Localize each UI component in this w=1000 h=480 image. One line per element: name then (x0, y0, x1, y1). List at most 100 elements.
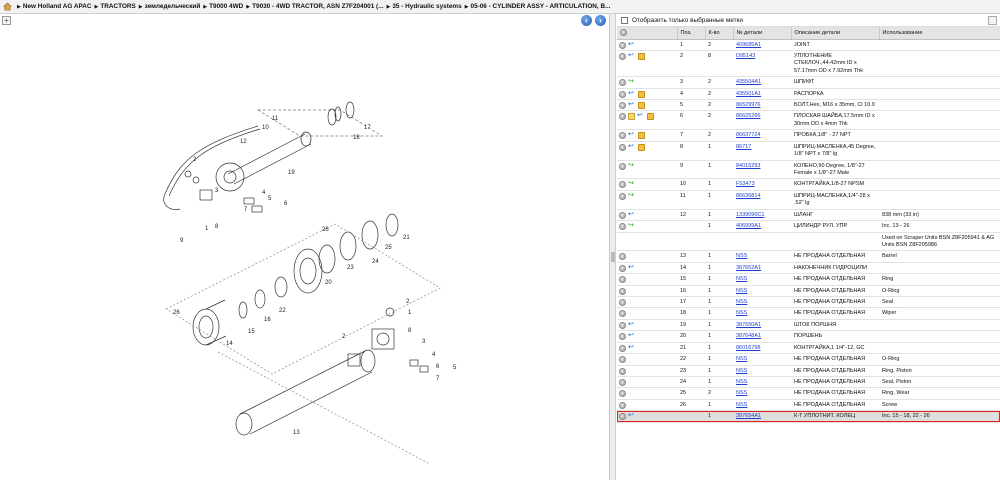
select-circle-icon[interactable] (619, 52, 626, 60)
part-number-link[interactable]: NSS (736, 310, 747, 316)
part-number-link[interactable]: 86637724 (736, 132, 760, 138)
part-number-link[interactable]: NSS (736, 299, 747, 305)
part-number-link[interactable]: 387650A1 (736, 322, 761, 328)
settings-icon[interactable] (988, 16, 997, 25)
select-circle-icon[interactable] (619, 401, 626, 409)
select-circle-icon[interactable] (619, 113, 626, 121)
callout-number[interactable]: 14 (226, 341, 233, 347)
table-row[interactable]: ↩ 12 1 1339090C1 ШЛАНГ 838 mm (33 in) (617, 209, 1000, 222)
callout-number[interactable]: 3 (215, 188, 219, 194)
part-number-link[interactable]: 1339090C1 (736, 212, 764, 218)
column-usage[interactable]: Использование (879, 27, 1000, 40)
table-row[interactable]: 23 1 NSS НЕ ПРОДАНА ОТДЕЛЬНАЯ Ring, Piston (617, 365, 1000, 378)
select-circle-icon[interactable] (619, 379, 626, 386)
part-number-link[interactable]: 387648A1 (736, 333, 761, 339)
callout-number[interactable]: 26 (173, 310, 180, 316)
callout-number[interactable]: 16 (264, 317, 271, 323)
callout-number[interactable]: 3 (422, 339, 426, 345)
select-circle-icon[interactable] (619, 181, 626, 189)
part-number-link[interactable]: NSS (736, 379, 747, 385)
callout-number[interactable]: 7 (436, 376, 440, 382)
callout-number[interactable]: 5 (268, 196, 272, 202)
breadcrumb-item[interactable]: земледельческий (145, 3, 201, 10)
callout-number[interactable]: 25 (385, 245, 392, 251)
select-circle-icon[interactable] (619, 132, 626, 140)
column-pos[interactable]: Поз. (677, 27, 706, 40)
select-all-header[interactable] (617, 27, 678, 40)
select-circle-icon[interactable] (619, 333, 626, 341)
breadcrumb-item[interactable]: TRACTORS (100, 3, 135, 10)
callout-number[interactable]: 5 (453, 365, 457, 371)
part-number-link[interactable]: 435501A1 (736, 91, 761, 97)
table-row[interactable]: ↩ 19 1 387650A1 ШТОК ПОРШНЯ (617, 319, 1000, 332)
select-circle-icon[interactable] (619, 287, 626, 295)
callout-number[interactable]: 19 (288, 170, 295, 176)
callout-number[interactable]: 1 (408, 310, 412, 316)
table-row[interactable]: ↩ 6 2 86625266 ПЛОСКАЯ ШАЙБА,17.5mm ID x 30m… (617, 110, 1000, 131)
select-circle-icon[interactable] (619, 211, 626, 219)
part-number-link[interactable]: 86717 (736, 144, 751, 150)
callout-number[interactable]: 22 (279, 308, 286, 314)
table-row[interactable]: ↪ 9 1 84015293 КОЛЕНО,90 Degree, 1/8"-27 Fem… (617, 160, 1000, 180)
select-circle-icon[interactable] (619, 264, 626, 272)
part-number-link[interactable]: NSS (736, 288, 747, 294)
table-row[interactable]: ↩ 14 1 387652A1 НАКОНЕЧНИК ГИДРОЦИЛИ (617, 262, 1000, 275)
callout-number[interactable]: 10 (262, 125, 269, 131)
exploded-parts-diagram[interactable]: 11101218171923 4567819 2125242623202215161… (0, 14, 610, 480)
part-number-link[interactable]: 86625266 (736, 113, 760, 119)
select-circle-icon[interactable] (619, 310, 626, 318)
select-circle-icon[interactable] (619, 321, 626, 329)
select-circle-icon[interactable] (619, 79, 626, 87)
callout-number[interactable]: 21 (403, 235, 410, 241)
breadcrumb-item[interactable]: T9030 - 4WD TRACTOR, ASN Z7F204001 (... (252, 3, 383, 10)
table-row[interactable]: ↪ 11 1 86636814 ШПРИЦ-МАСЛЕНКА,1/4"-28 x .52… (617, 190, 1000, 210)
select-circle-icon[interactable] (619, 102, 626, 110)
table-row[interactable]: ↩ 8 1 86717 ШПРИЦ-МАСЛЕНКА,45 Degree, 1/8" N… (617, 141, 1000, 161)
table-row[interactable]: ↩ 4 2 435501A1 РАСПОРКА (617, 88, 1000, 101)
callout-number[interactable]: 2 (406, 299, 410, 305)
part-number-link[interactable]: 86529976 (736, 102, 760, 108)
part-number-link[interactable]: NSS (736, 390, 747, 396)
callout-number[interactable]: 24 (372, 259, 379, 265)
select-circle-icon[interactable] (619, 192, 626, 200)
table-row[interactable]: ↩ 2 8 D95143 УПЛОТНЕНИЕ СТЕКЛОЧ.,44.42mm ID … (617, 50, 1000, 78)
select-circle-icon[interactable] (619, 162, 626, 170)
part-number-link[interactable]: 409685A1 (736, 42, 761, 48)
part-number-link[interactable]: 387652A1 (736, 265, 761, 271)
callout-number[interactable]: 6 (436, 364, 440, 370)
home-icon[interactable] (3, 2, 12, 11)
table-row[interactable]: 25 2 NSS НЕ ПРОДАНА ОТДЕЛЬНАЯ Ring, Wear (617, 387, 1000, 400)
callout-number[interactable]: 6 (284, 201, 288, 207)
part-number-link[interactable]: NSS (736, 402, 747, 408)
part-number-link[interactable]: 406999A1 (736, 223, 761, 229)
select-circle-icon[interactable] (619, 223, 626, 231)
breadcrumb-item[interactable]: New Holland AG APAC (23, 3, 92, 10)
table-row[interactable]: ↩ 7 2 86637724 ПРОБКА,1/8" - 27 NPT (617, 129, 1000, 142)
table-row[interactable]: 26 1 NSS НЕ ПРОДАНА ОТДЕЛЬНАЯ Screw (617, 399, 1000, 412)
select-circle-icon[interactable] (619, 90, 626, 98)
column-description[interactable]: Описание детали (791, 27, 880, 40)
callout-number[interactable]: 1 (205, 226, 209, 232)
table-row[interactable]: ↪ 3 2 435504A1 ШПИФТ (617, 76, 1000, 89)
callout-number[interactable]: 11 (272, 116, 279, 122)
table-row[interactable]: 24 1 NSS НЕ ПРОДАНА ОТДЕЛЬНАЯ Seal, Piston (617, 376, 1000, 389)
part-number-link[interactable]: 435504A1 (736, 79, 761, 85)
part-number-link[interactable]: F53473 (736, 181, 755, 187)
table-row[interactable]: 15 1 NSS НЕ ПРОДАНА ОТДЕЛЬНАЯ Ring (617, 273, 1000, 286)
callout-number[interactable]: 2 (342, 334, 346, 340)
table-row[interactable]: 22 1 NSS НЕ ПРОДАНА ОТДЕЛЬНАЯ O-Ring (617, 353, 1000, 366)
part-number-link[interactable]: 86016798 (736, 345, 760, 351)
callout-number[interactable]: 8 (215, 224, 219, 230)
callout-number[interactable]: 9 (180, 238, 184, 244)
part-number-link[interactable]: NSS (736, 253, 747, 259)
callout-number[interactable]: 17 (364, 125, 371, 131)
select-circle-icon[interactable] (619, 390, 626, 398)
table-row[interactable]: ↩ 20 1 387648A1 ПОРШЕНЬ (617, 330, 1000, 343)
table-row[interactable]: 18 1 NSS НЕ ПРОДАНА ОТДЕЛЬНАЯ Wiper (617, 307, 1000, 320)
callout-number[interactable]: 4 (432, 352, 436, 358)
callout-number[interactable]: 18 (353, 135, 360, 141)
table-row[interactable]: ↩ 21 1 86016798 КОНТРГАЙКА,1 1/4"-12, GC (617, 342, 1000, 355)
select-circle-icon[interactable] (619, 276, 626, 284)
table-row[interactable]: ↩ 5 2 86529976 БОЛТ,Hex, M16 x 35mm, Cl 10.9 (617, 99, 1000, 112)
table-row[interactable]: 16 1 NSS НЕ ПРОДАНА ОТДЕЛЬНАЯ O-Ring (617, 285, 1000, 298)
